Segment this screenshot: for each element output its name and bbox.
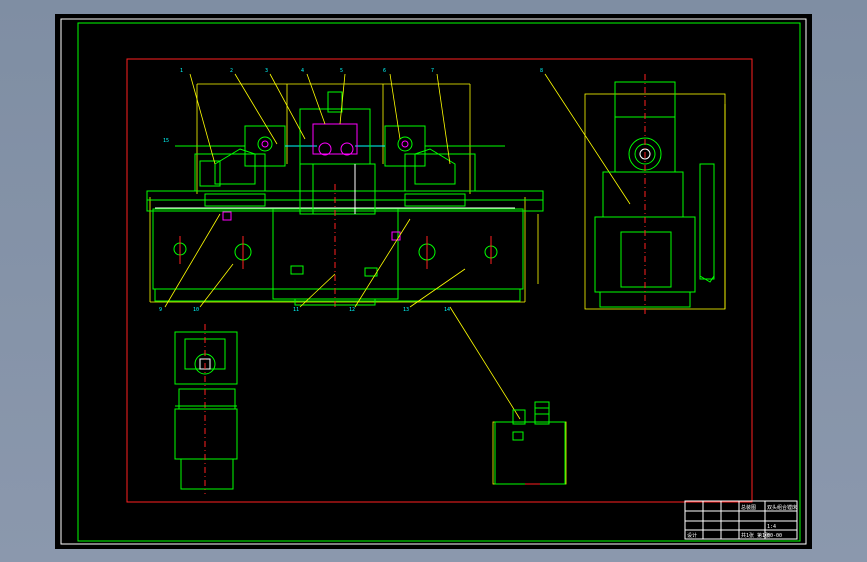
sheet-border [60,18,807,545]
front-view [146,83,544,309]
side-view [584,74,726,314]
balloon-12: 12 [349,307,355,313]
balloon-4: 4 [301,68,304,74]
balloon-7: 7 [431,68,434,74]
balloon-15: 15 [163,138,169,144]
balloon-3: 3 [265,68,268,74]
balloon-14: 14 [444,307,450,313]
balloon-10: 10 [193,307,199,313]
balloon-5: 5 [340,68,343,74]
section-view [174,324,238,494]
title-project: 双头组合镗床 [767,504,797,511]
balloon-9: 9 [159,307,162,313]
balloon-6: 6 [383,68,386,74]
assembly-drawing: 1 2 3 4 5 6 7 8 9 10 11 12 13 14 15 总装图 … [60,18,807,545]
balloon-2: 2 [230,68,233,74]
balloon-8: 8 [540,68,543,74]
title-sheet: 共1张 第1张 [741,532,770,539]
hydraulic-station [492,401,567,485]
drawing-border [77,22,801,542]
title-name: 总装图 [741,504,756,511]
title-scale: 1:4 [767,524,776,530]
balloon-1: 1 [180,68,183,74]
balloon-13: 13 [403,307,409,313]
title-block: 总装图 双头组合镗床 1:4 00-00 共1张 第1张 设计 [684,500,798,540]
cad-viewport[interactable]: 1 2 3 4 5 6 7 8 9 10 11 12 13 14 15 总装图 … [55,14,812,549]
balloon-11: 11 [293,307,299,313]
title-designer: 设计 [687,532,697,539]
